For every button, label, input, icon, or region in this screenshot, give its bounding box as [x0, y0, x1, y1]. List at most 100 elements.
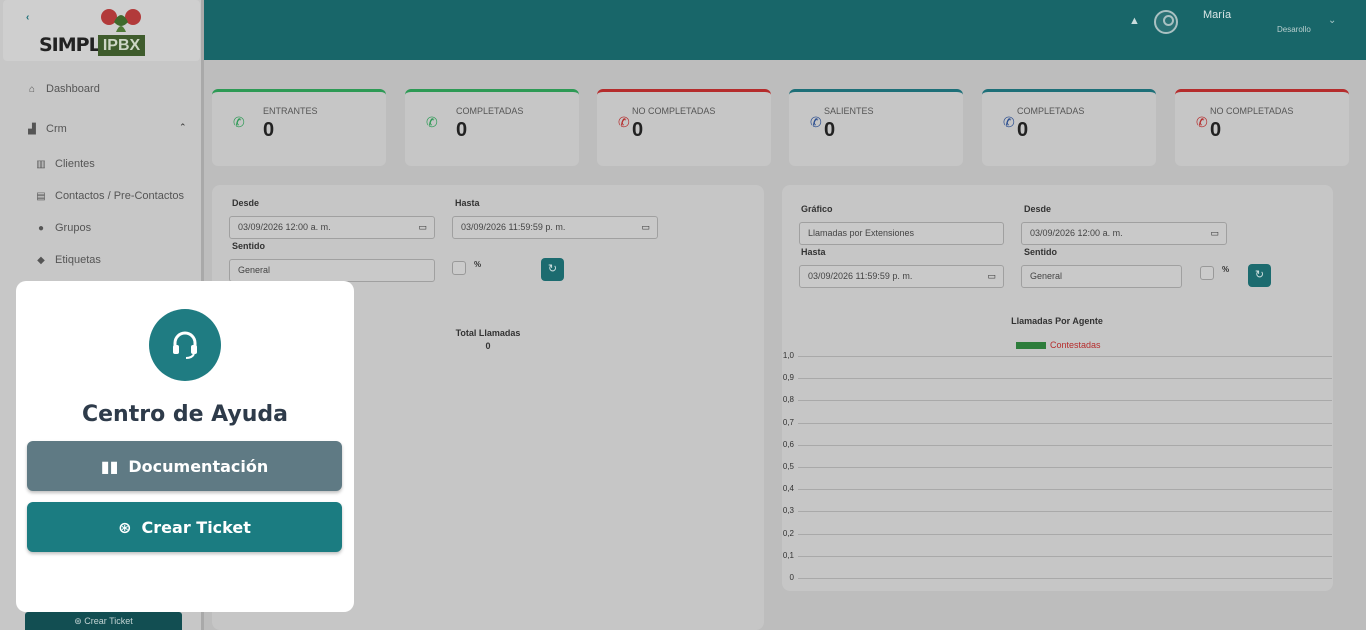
hasta-label: Hasta [801, 247, 826, 257]
collapse-sidebar-icon[interactable]: ‹ [26, 12, 29, 23]
sidebar-item-label: Clientes [55, 158, 95, 170]
desde-label: Desde [232, 198, 260, 208]
stat-label: COMPLETADAS [1017, 106, 1085, 116]
hasta-input[interactable]: 03/09/2026 11:59:59 p. m. ▭ [452, 216, 658, 239]
stat-label: ENTRANTES [263, 106, 318, 116]
chart-y-tick-label: 0,9 [782, 373, 794, 382]
stat-value: 0 [1210, 119, 1222, 141]
sentido-label: Sentido [1024, 247, 1057, 257]
stat-card-entrantes: ✆ ENTRANTES 0 [212, 89, 386, 166]
calendar-icon[interactable]: ▭ [1210, 223, 1219, 244]
logo-leaf-icon [101, 9, 141, 32]
stat-value: 0 [1017, 119, 1029, 141]
calendar-icon[interactable]: ▭ [641, 217, 650, 238]
total-llamadas-value: 0 [485, 341, 491, 351]
sidebar-item-clientes[interactable]: ▥ Clientes [35, 158, 95, 170]
chart-y-tick-label: 0,4 [782, 484, 794, 493]
chart-y-tick-label: 0,6 [782, 440, 794, 449]
sidebar-item-dashboard[interactable]: ⌂ Dashboard [26, 83, 100, 95]
chart-plot-area: 1,0 0,9 0,8 0,7 0,6 0,5 0,4 0,3 0,2 0,1 0 [783, 351, 1332, 582]
desde-label: Desde [1024, 204, 1052, 214]
sentido-select[interactable]: General [1021, 265, 1182, 288]
footer-create-ticket-button[interactable]: ⊛ Crear Ticket [25, 612, 182, 630]
refresh-button[interactable]: ↻ [1248, 264, 1271, 287]
chart-y-tick-label: 0,2 [782, 529, 794, 538]
stat-card-completadas-in: ✆ COMPLETADAS 0 [405, 89, 579, 166]
documentation-label: Documentación [128, 456, 269, 476]
stat-label: SALIENTES [824, 106, 874, 116]
percent-label: % [1222, 265, 1230, 274]
bell-icon[interactable]: ▲ [1129, 15, 1140, 27]
phone-incoming-icon: ✆ [426, 114, 438, 130]
chart-gridline [798, 556, 1332, 557]
create-ticket-label: Crear Ticket [141, 517, 251, 537]
sidebar-item-label: Crm [46, 123, 67, 135]
chart-y-tick-label: 0 [789, 573, 794, 582]
headset-icon [149, 309, 221, 381]
chart-gridline [798, 489, 1332, 490]
sidebar-item-label: Dashboard [46, 83, 100, 95]
chevron-up-icon[interactable]: ⌃ [179, 122, 187, 133]
stat-label: COMPLETADAS [456, 106, 524, 116]
sidebar-item-label: Grupos [55, 222, 92, 234]
chart-y-tick-label: 0,1 [782, 551, 794, 560]
dashboard-icon: ⌂ [28, 83, 36, 95]
desde-input[interactable]: 03/09/2026 12:00 a. m. ▭ [1021, 222, 1227, 245]
chart-gridline [798, 578, 1332, 579]
chart-gridline [798, 378, 1332, 379]
user-role: Desarollo [1277, 25, 1311, 34]
sidebar-item-etiquetas[interactable]: ◆ Etiquetas [35, 254, 101, 266]
avatar[interactable] [1154, 10, 1178, 34]
sentido-select[interactable]: General [229, 259, 435, 282]
legend-swatch [1016, 342, 1046, 349]
book-icon: ▮▮ [100, 456, 119, 476]
users-icon: ● [37, 222, 45, 234]
footer-ticket-label: Crear Ticket [84, 616, 133, 626]
stat-card-completadas-out: ✆ COMPLETADAS 0 [982, 89, 1156, 166]
chart-y-tick-label: 0,8 [782, 395, 794, 404]
chart-y-tick-label: 0,3 [782, 506, 794, 515]
refresh-button[interactable]: ↻ [541, 258, 564, 281]
desde-value: 03/09/2026 12:00 a. m. [1030, 228, 1123, 238]
grafico-select[interactable]: Llamadas por Extensiones [799, 222, 1004, 245]
hasta-input[interactable]: 03/09/2026 11:59:59 p. m. ▭ [799, 265, 1004, 288]
documentation-button[interactable]: ▮▮ Documentación [27, 441, 342, 491]
create-ticket-button[interactable]: ⊛ Crear Ticket [27, 502, 342, 552]
chart-y-tick-label: 0,7 [782, 418, 794, 427]
tag-icon: ◆ [37, 254, 45, 266]
lifebuoy-icon: ⊛ [74, 616, 82, 626]
percent-checkbox[interactable] [1200, 266, 1214, 280]
stat-value: 0 [824, 119, 836, 141]
percent-checkbox[interactable] [452, 261, 466, 275]
logo-box: IPBX [98, 35, 145, 56]
sidebar-item-grupos[interactable]: ● Grupos [35, 222, 91, 234]
desde-input[interactable]: 03/09/2026 12:00 a. m. ▭ [229, 216, 435, 239]
sidebar-item-crm[interactable]: ▟ Crm [26, 123, 67, 135]
total-llamadas-label: Total Llamadas [455, 328, 521, 338]
chart-gridline [798, 445, 1332, 446]
chart-gridline [798, 423, 1332, 424]
sidebar-item-label: Contactos / Pre-Contactos [55, 190, 185, 202]
stat-label: NO COMPLETADAS [1210, 106, 1294, 116]
percent-label: % [474, 260, 482, 269]
stat-card-no-completadas-out: ✆ NO COMPLETADAS 0 [1175, 89, 1349, 166]
sidebar-item-label: Etiquetas [55, 254, 101, 266]
legend-label[interactable]: Contestadas [1050, 340, 1101, 350]
sentido-label: Sentido [232, 241, 265, 251]
chart-gridline [798, 534, 1332, 535]
calendar-icon[interactable]: ▭ [418, 217, 427, 238]
user-name[interactable]: María [1203, 9, 1231, 21]
stat-card-no-completadas-in: ✆ NO COMPLETADAS 0 [597, 89, 771, 166]
lifebuoy-icon: ⊛ [118, 517, 132, 537]
stat-card-salientes: ✆ SALIENTES 0 [789, 89, 963, 166]
calendar-icon[interactable]: ▭ [987, 266, 996, 287]
desde-value: 03/09/2026 12:00 a. m. [238, 222, 331, 232]
grafico-label: Gráfico [801, 204, 833, 214]
chart-gridline [798, 467, 1332, 468]
chart-y-tick-label: 0,5 [782, 462, 794, 471]
stat-value: 0 [263, 119, 275, 141]
logo-area: ‹ SIMPLE IPBX [3, 0, 200, 61]
chevron-down-icon[interactable]: ⌄ [1328, 15, 1336, 26]
chart-gridline [798, 511, 1332, 512]
sidebar-item-contactos[interactable]: ▤ Contactos / Pre-Contactos [35, 190, 184, 202]
